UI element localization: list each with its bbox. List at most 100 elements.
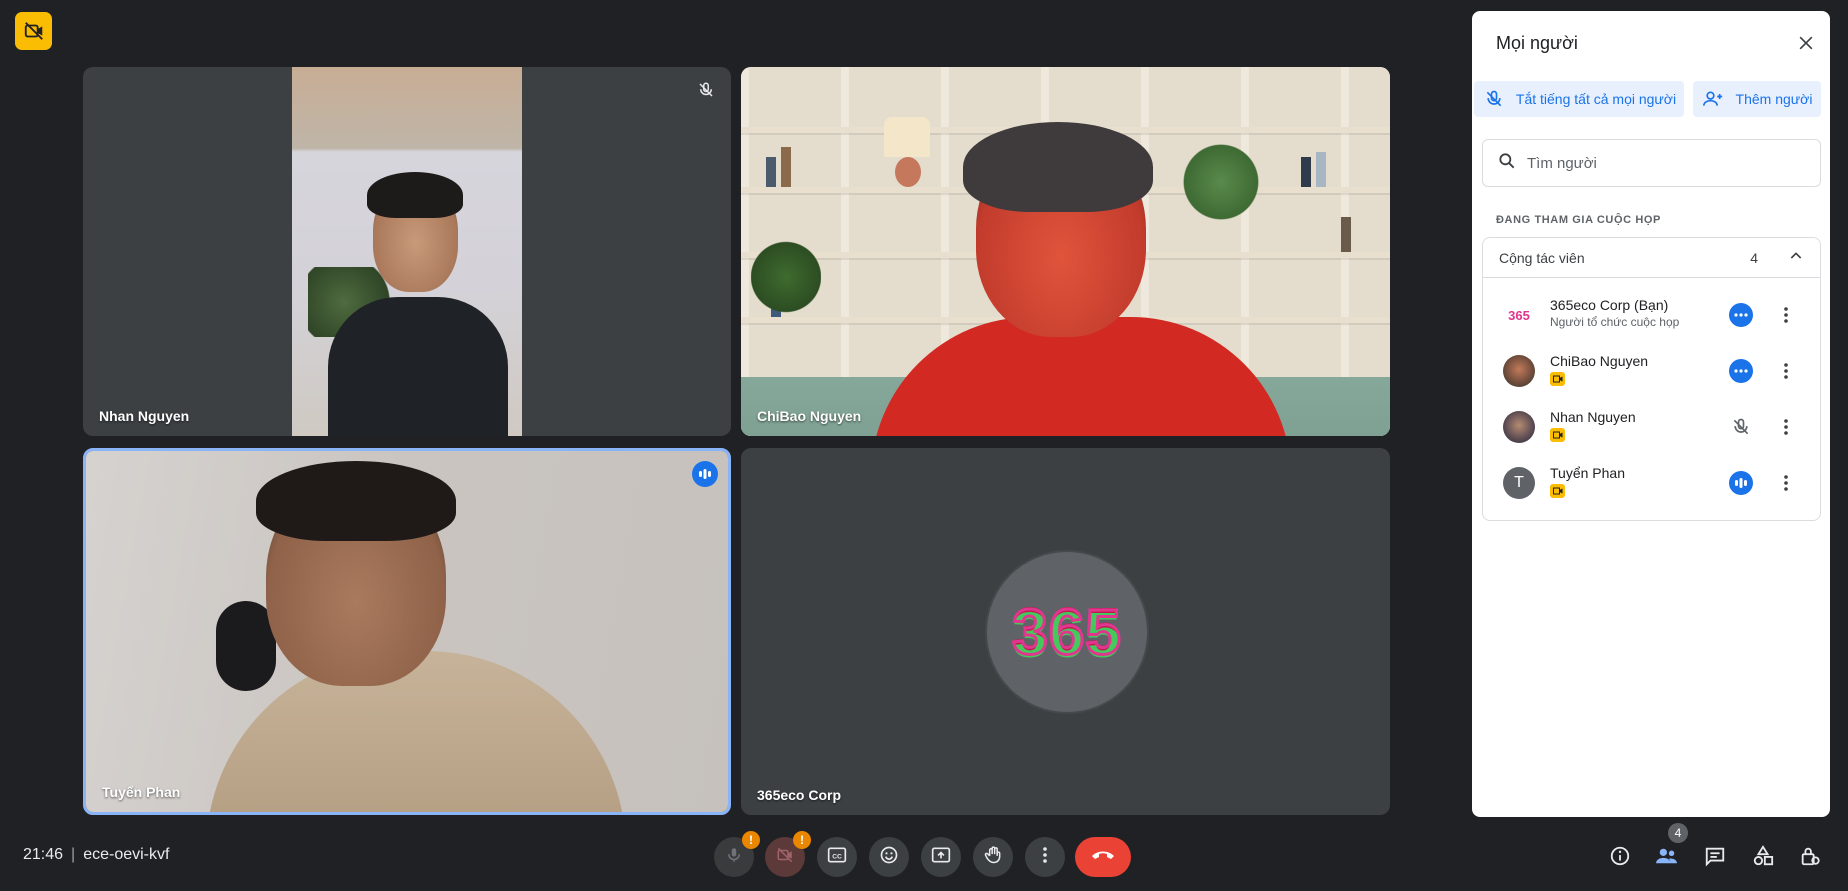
raise-hand-button[interactable] xyxy=(973,837,1013,877)
info-button[interactable] xyxy=(1605,843,1635,873)
mute-all-button[interactable]: Tắt tiếng tất cả mọi người xyxy=(1474,81,1684,117)
mic-off-icon[interactable] xyxy=(1728,414,1754,440)
camera-off-icon xyxy=(775,846,795,869)
end-call-icon xyxy=(1090,848,1116,866)
present-button[interactable] xyxy=(921,837,961,877)
end-call-button[interactable] xyxy=(1075,837,1131,877)
participant-row[interactable]: Nhan Nguyen xyxy=(1483,402,1820,452)
video-tile-365eco[interactable]: 365 365eco Corp xyxy=(741,448,1390,815)
book xyxy=(1301,157,1311,187)
participant-group: Cộng tác viên 4 365 365eco Corp (Bạn) Ng… xyxy=(1482,237,1821,521)
avatar: 365 xyxy=(987,552,1147,712)
more-dots-icon[interactable] xyxy=(1728,358,1754,384)
speaking-icon xyxy=(1728,470,1754,496)
group-name: Cộng tác viên xyxy=(1499,249,1585,266)
close-icon[interactable] xyxy=(1796,33,1816,58)
activities-button[interactable] xyxy=(1748,843,1778,873)
search-placeholder: Tìm người xyxy=(1527,154,1597,172)
camera-button[interactable]: ! xyxy=(765,831,811,877)
lamp xyxy=(884,117,930,157)
avatar-initial: T xyxy=(1514,474,1524,491)
group-count: 4 xyxy=(1750,249,1758,266)
info-icon xyxy=(1609,845,1631,872)
lamp-base xyxy=(895,157,921,187)
avatar xyxy=(1503,355,1535,387)
participant-row[interactable]: 365 365eco Corp (Bạn) Người tổ chức cuộc… xyxy=(1483,290,1820,340)
meeting-info: 21:46 | ece-oevi-kvf xyxy=(23,846,169,864)
camera-off-badge-icon xyxy=(1550,428,1565,442)
warning-badge: ! xyxy=(793,831,811,849)
more-vert-icon[interactable] xyxy=(1773,414,1799,440)
more-dots-icon[interactable] xyxy=(1728,302,1754,328)
avatar-logo-text: 365 xyxy=(1508,307,1530,323)
participant-hair xyxy=(367,172,463,218)
mic-off-icon xyxy=(1474,89,1514,109)
book xyxy=(1341,217,1351,252)
search-icon xyxy=(1497,151,1517,176)
people-button[interactable] xyxy=(1652,843,1682,873)
book xyxy=(781,147,791,187)
camera-off-badge-icon[interactable] xyxy=(15,12,52,50)
avatar: 365 xyxy=(1503,299,1535,331)
participant-name: Tuyển Phan xyxy=(1550,465,1625,481)
host-controls-icon xyxy=(1799,845,1821,872)
section-label: ĐANG THAM GIA CUỘC HỌP xyxy=(1496,214,1661,226)
book xyxy=(1316,152,1326,187)
avatar-logo-text: 365 xyxy=(1011,595,1123,670)
participant-hair xyxy=(256,461,456,541)
camera-off-badge-icon xyxy=(1550,484,1565,498)
add-person-icon xyxy=(1693,89,1733,109)
mic-button[interactable]: ! xyxy=(714,831,760,877)
more-options-icon xyxy=(1043,846,1047,868)
speaking-icon xyxy=(692,461,718,487)
participant-name: ChiBao Nguyen xyxy=(1550,353,1649,369)
emoji-button[interactable] xyxy=(869,837,909,877)
people-icon xyxy=(1655,846,1679,871)
participant-body xyxy=(328,297,508,436)
participant-role: Người tổ chức cuộc họp xyxy=(1550,315,1680,329)
captions-icon: CC xyxy=(827,846,847,869)
video-tile-nhan[interactable]: Nhan Nguyen xyxy=(83,67,731,436)
background-plant xyxy=(751,237,821,317)
more-options-button[interactable] xyxy=(1025,837,1065,877)
present-icon xyxy=(931,846,951,869)
participant-hair xyxy=(963,122,1153,212)
add-people-label: Thêm người xyxy=(1735,90,1813,107)
more-vert-icon[interactable] xyxy=(1773,302,1799,328)
participant-row[interactable]: T Tuyển Phan xyxy=(1483,458,1820,508)
emoji-icon xyxy=(879,845,899,870)
participant-name: Nhan Nguyen xyxy=(1550,409,1636,425)
tile-name: 365eco Corp xyxy=(757,787,842,803)
meeting-stage: Nhan Nguyen ChiBao Nguyen Tuyển Phan 365… xyxy=(0,0,1848,891)
svg-text:CC: CC xyxy=(832,853,842,860)
mute-all-label: Tắt tiếng tất cả mọi người xyxy=(1515,90,1677,107)
chat-button[interactable] xyxy=(1700,843,1730,873)
participant-name: 365eco Corp (Bạn) xyxy=(1550,297,1669,313)
add-people-button[interactable]: Thêm người xyxy=(1693,81,1821,117)
more-vert-icon[interactable] xyxy=(1773,358,1799,384)
chevron-up-icon[interactable] xyxy=(1788,248,1804,267)
tile-name: Nhan Nguyen xyxy=(99,408,190,424)
mic-off-icon xyxy=(697,81,715,104)
host-controls-button[interactable] xyxy=(1795,843,1825,873)
avatar xyxy=(1503,411,1535,443)
captions-button[interactable]: CC xyxy=(817,837,857,877)
participant-row[interactable]: ChiBao Nguyen xyxy=(1483,346,1820,396)
warning-badge: ! xyxy=(742,831,760,849)
activities-icon xyxy=(1752,844,1774,872)
panel-title: Mọi người xyxy=(1496,33,1578,53)
separator: | xyxy=(71,846,76,863)
people-count-badge: 4 xyxy=(1668,823,1688,843)
meeting-time: 21:46 xyxy=(23,846,64,863)
video-tile-chibao[interactable]: ChiBao Nguyen xyxy=(741,67,1390,436)
more-vert-icon[interactable] xyxy=(1773,470,1799,496)
people-panel: Mọi người Tắt tiếng tất cả mọi người Thê… xyxy=(1472,11,1830,817)
background-plant xyxy=(1181,142,1261,222)
group-header[interactable]: Cộng tác viên 4 xyxy=(1483,238,1820,278)
tile-name: ChiBao Nguyen xyxy=(757,408,862,424)
meeting-code: ece-oevi-kvf xyxy=(83,846,170,863)
video-tile-tuyen[interactable]: Tuyển Phan xyxy=(83,448,731,815)
avatar: T xyxy=(1503,467,1535,499)
mic-icon xyxy=(725,846,743,869)
search-input[interactable]: Tìm người xyxy=(1482,139,1821,187)
